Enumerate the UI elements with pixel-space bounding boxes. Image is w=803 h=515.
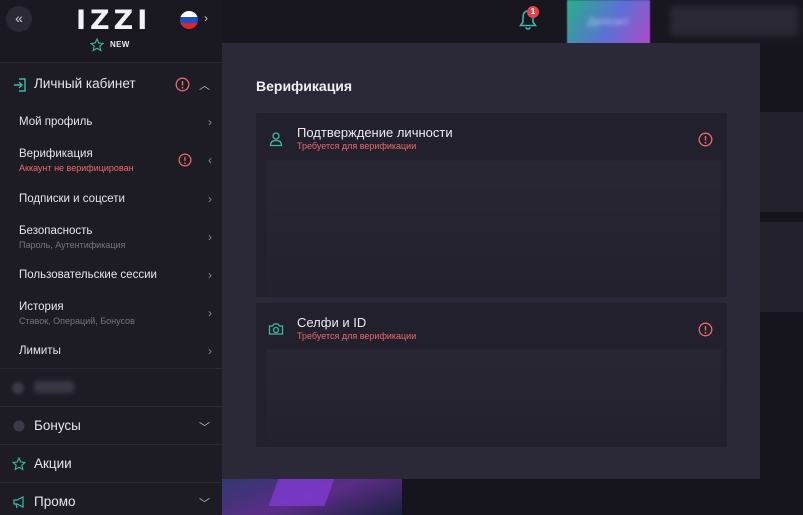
- sidebar-item-limits[interactable]: Лимиты ›: [0, 334, 222, 368]
- sidebar-item-label: Промо: [34, 494, 76, 509]
- camera-icon: [268, 323, 284, 335]
- sidebar-header: « IZZI › NEW: [0, 0, 222, 62]
- sidebar-section-account[interactable]: Личный кабинет ︿: [0, 62, 222, 106]
- sidebar-item-label: Бонусы: [34, 418, 81, 433]
- deposit-button-label: Депозит: [587, 16, 630, 28]
- new-badge: NEW: [110, 40, 130, 49]
- chevron-down-icon: ﹀: [199, 498, 210, 510]
- language-chevron-icon[interactable]: ›: [204, 11, 208, 25]
- sidebar-item-sublabel: Ставок, Операций, Бонусов: [19, 315, 135, 326]
- background-panel: [760, 112, 803, 212]
- sidebar-item-sessions[interactable]: Пользовательские сессии ›: [0, 258, 222, 292]
- sidebar-item-label: История: [19, 300, 64, 313]
- sidebar-item-label: Мой профиль: [19, 116, 93, 128]
- sidebar-item-sublabel: Пароль, Аутентификация: [19, 239, 126, 250]
- user-icon: [269, 132, 283, 147]
- gem-image: [268, 476, 336, 506]
- deposit-button[interactable]: Депозит: [567, 0, 650, 44]
- sidebar-item-label: Пользовательские сессии: [19, 269, 157, 281]
- chevron-up-icon: ︿: [199, 80, 210, 92]
- chevron-right-icon: ›: [208, 230, 212, 244]
- chevron-left-icon: ‹: [208, 153, 212, 167]
- logo[interactable]: IZZI: [76, 5, 151, 36]
- account-section-label: Личный кабинет: [34, 76, 136, 91]
- sidebar-item-label: Акции: [34, 456, 72, 471]
- sidebar-item-label: Подписки и соцсети: [19, 193, 125, 205]
- sidebar-item-label: Лимиты: [19, 345, 61, 357]
- sidebar-item-promotions[interactable]: Акции: [0, 444, 222, 482]
- warning-icon: [178, 153, 192, 167]
- sidebar-item-label: Безопасность: [19, 224, 93, 237]
- notification-badge: 1: [527, 6, 539, 18]
- warning-icon: [698, 322, 713, 337]
- star-icon: [12, 457, 26, 471]
- sidebar-item-history[interactable]: История Ставок, Операций, Бонусов ›: [0, 292, 222, 334]
- star-icon: [90, 38, 104, 52]
- sidebar: « IZZI › NEW Личный кабинет ︿ Мой профил…: [0, 0, 222, 515]
- chevron-right-icon: ›: [208, 192, 212, 206]
- sidebar-item-profile[interactable]: Мой профиль ›: [0, 106, 222, 138]
- cashier-icon: [12, 382, 24, 394]
- chevron-down-icon: ﹀: [199, 422, 210, 434]
- sidebar-item-verification[interactable]: Верификация Аккаунт не верифицирован ‹: [0, 138, 222, 182]
- russia-flag-icon[interactable]: [180, 11, 198, 29]
- cashier-label: [34, 381, 74, 393]
- warning-icon: [698, 132, 713, 147]
- sidebar-item-bonuses[interactable]: Бонусы ﹀: [0, 406, 222, 444]
- megaphone-icon: [13, 496, 24, 509]
- sidebar-item-promo[interactable]: Промо ﹀: [0, 482, 222, 515]
- bonus-icon: [13, 420, 25, 432]
- card-status: Требуется для верификации: [297, 141, 417, 151]
- card-title: Селфи и ID: [297, 315, 367, 330]
- chevron-right-icon: ›: [208, 268, 212, 282]
- verification-panel: Верификация Подтверждение личности Требу…: [222, 43, 760, 479]
- page-title: Верификация: [256, 78, 353, 94]
- background-panel: [760, 222, 803, 312]
- blurred-content: [266, 160, 721, 297]
- card-title: Подтверждение личности: [297, 125, 453, 140]
- card-status: Требуется для верификации: [297, 331, 417, 341]
- blurred-content: [266, 349, 721, 445]
- chevron-right-icon: ›: [208, 306, 212, 320]
- identity-confirmation-card[interactable]: Подтверждение личности Требуется для вер…: [256, 113, 727, 297]
- sidebar-item-security[interactable]: Безопасность Пароль, Аутентификация ›: [0, 216, 222, 258]
- sidebar-item-subscriptions[interactable]: Подписки и соцсети ›: [0, 182, 222, 216]
- selfie-id-card[interactable]: Селфи и ID Требуется для верификации: [256, 303, 727, 447]
- sidebar-item-cashier[interactable]: [0, 368, 222, 406]
- collapse-sidebar-button[interactable]: «: [6, 6, 32, 32]
- warning-icon: [175, 77, 190, 92]
- chevron-right-icon: ›: [208, 115, 212, 129]
- login-icon: [14, 78, 26, 92]
- balance-area[interactable]: [670, 6, 798, 36]
- chevron-right-icon: ›: [208, 344, 212, 358]
